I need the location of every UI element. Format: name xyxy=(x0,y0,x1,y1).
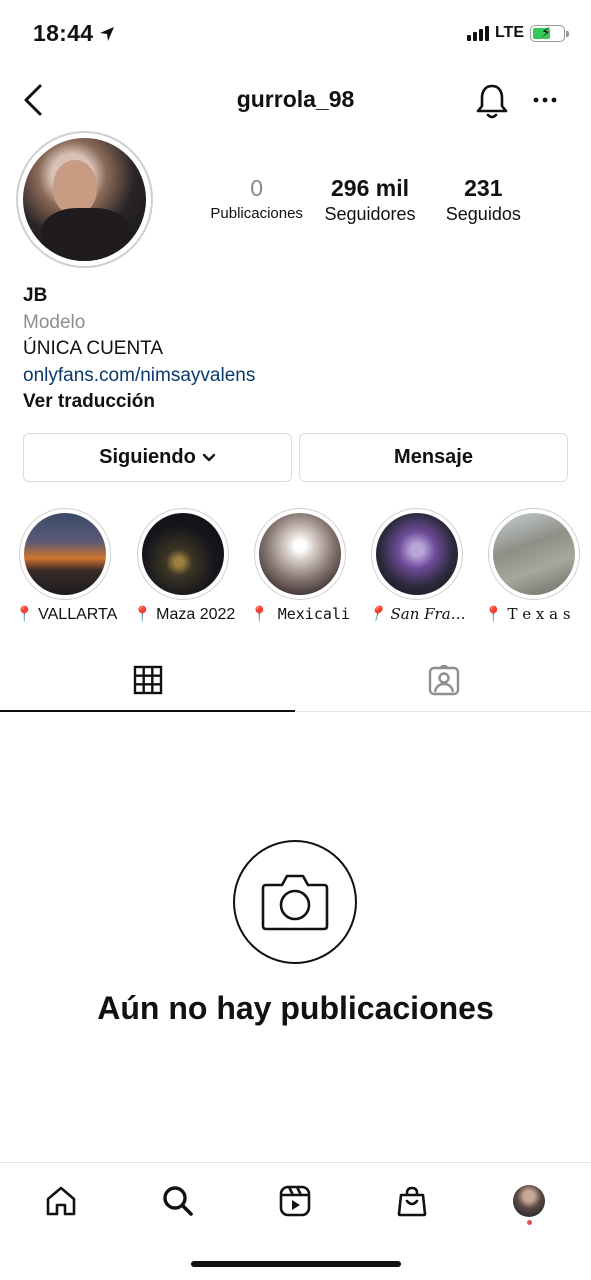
stat-followers-value: 296 mil xyxy=(330,175,409,201)
home-indicator xyxy=(191,1261,401,1267)
nav-search[interactable] xyxy=(158,1181,198,1221)
stat-following-label: Seguidos xyxy=(445,204,521,224)
nav-reels[interactable] xyxy=(275,1181,315,1221)
stat-posts-label: Publicaciones xyxy=(210,205,303,222)
stat-posts[interactable]: 0 Publicaciones xyxy=(200,174,313,226)
more-options-icon[interactable] xyxy=(530,88,560,112)
reels-icon xyxy=(279,1185,311,1217)
message-button[interactable]: Mensaje xyxy=(299,433,568,482)
highlight-label: 📍 VALLARTA xyxy=(15,606,118,623)
highlight-ring[interactable] xyxy=(371,508,463,600)
profile-header: gurrola_98 xyxy=(0,78,591,122)
highlight-cover xyxy=(493,513,575,595)
tab-posts-grid[interactable] xyxy=(0,650,295,712)
highlight-label: 📍 Mexicali xyxy=(250,605,350,623)
network-type: LTE xyxy=(494,24,524,41)
location-arrow-icon xyxy=(100,26,115,41)
grid-icon xyxy=(133,665,162,695)
highlight-item[interactable]: 📍 VALLARTA xyxy=(15,508,117,623)
search-icon xyxy=(163,1186,193,1216)
stat-following-value: 231 xyxy=(464,175,503,201)
nav-home[interactable] xyxy=(41,1181,81,1221)
profile-name: JB xyxy=(23,285,48,306)
highlight-cover xyxy=(142,513,224,595)
profile-bio-text: ÚNICA CUENTA xyxy=(23,338,164,359)
highlight-label: 📍 Maza 2022 xyxy=(133,606,236,623)
signal-icon xyxy=(466,25,489,41)
highlight-cover xyxy=(24,513,106,595)
profile-tabs xyxy=(0,650,591,712)
status-time-text: 18:44 xyxy=(33,20,94,46)
highlight-cover xyxy=(376,513,458,595)
following-button[interactable]: Siguiendo xyxy=(23,433,292,482)
highlight-item[interactable]: 📍 T e x a s xyxy=(484,508,580,623)
empty-state-camera xyxy=(233,840,357,964)
highlight-ring[interactable] xyxy=(137,508,229,600)
message-button-label: Mensaje xyxy=(394,446,473,468)
highlight-ring[interactable] xyxy=(254,508,346,600)
nav-profile[interactable] xyxy=(509,1181,549,1221)
status-bar: 18:44 LTE ⚡ xyxy=(0,0,591,70)
profile-avatar[interactable] xyxy=(16,131,153,268)
tagged-person-icon xyxy=(428,665,459,696)
nav-shop[interactable] xyxy=(392,1181,432,1221)
following-button-label: Siguiendo xyxy=(99,446,196,468)
tab-tagged[interactable] xyxy=(296,650,591,712)
highlight-label: 📍 San Francisco xyxy=(367,605,471,623)
nav-profile-avatar xyxy=(513,1185,545,1217)
stat-followers[interactable]: 296 mil Seguidores xyxy=(313,174,426,226)
bell-icon[interactable] xyxy=(474,82,510,120)
highlight-item[interactable]: 📍 Maza 2022 xyxy=(133,508,235,623)
highlight-label: 📍 T e x a s xyxy=(484,605,571,623)
stat-posts-value: 0 xyxy=(250,175,264,201)
highlight-ring[interactable] xyxy=(19,508,111,600)
empty-state-message: Aún no hay publicaciones xyxy=(97,990,494,1026)
stat-following[interactable]: 231 Seguidos xyxy=(427,174,540,226)
profile-category: Modelo xyxy=(23,311,86,333)
status-right: LTE ⚡ xyxy=(466,24,569,42)
highlight-ring[interactable] xyxy=(488,508,580,600)
profile-link[interactable]: onlyfans.com/nimsayvalens xyxy=(23,363,573,390)
camera-icon xyxy=(261,874,329,931)
profile-bio: JB Modelo ÚNICA CUENTA onlyfans.com/nims… xyxy=(23,283,573,416)
stat-followers-label: Seguidores xyxy=(324,204,416,224)
status-time: 18:44 xyxy=(33,20,115,47)
shopping-bag-icon xyxy=(397,1186,427,1217)
highlight-item[interactable]: 📍 San Francisco xyxy=(367,508,471,623)
highlight-cover xyxy=(259,513,341,595)
highlight-item[interactable]: 📍 Mexicali xyxy=(250,508,350,623)
profile-stats: 0 Publicaciones 296 mil Seguidores 231 S… xyxy=(200,174,540,226)
back-arrow-icon[interactable] xyxy=(20,82,50,118)
notification-dot xyxy=(527,1220,532,1225)
home-icon xyxy=(46,1186,76,1216)
battery-icon: ⚡ xyxy=(530,24,569,42)
profile-photo xyxy=(23,138,146,261)
translate-link[interactable]: Ver traducción xyxy=(23,389,573,416)
chevron-down-icon xyxy=(202,453,216,461)
